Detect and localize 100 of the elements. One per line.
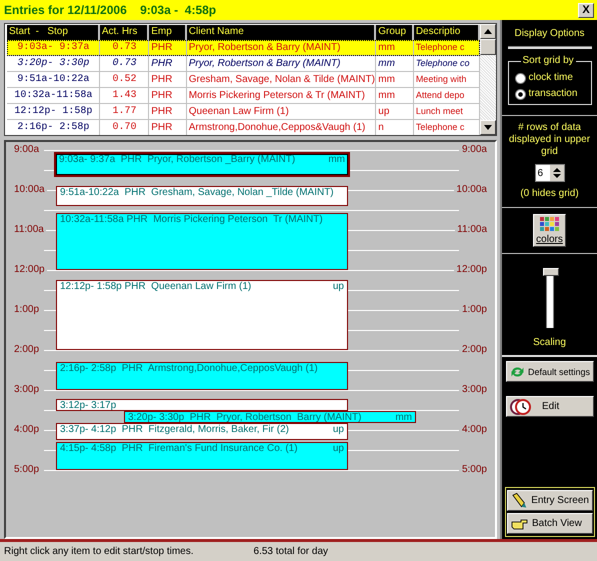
hour-label: 2:00p	[460, 343, 489, 357]
entry-group: up	[332, 424, 344, 435]
table-cell: n	[376, 120, 414, 135]
table-cell: PHR	[149, 40, 187, 55]
radio-button[interactable]	[514, 72, 526, 84]
table-cell: mm	[376, 56, 414, 71]
edit-button[interactable]: Edit	[506, 396, 594, 417]
slider-label: Scaling	[533, 337, 566, 349]
table-cell: 1.43	[100, 88, 150, 103]
hour-label: 4:00p	[12, 423, 42, 437]
scroll-down-button[interactable]	[480, 120, 496, 135]
column-header[interactable]: Emp	[149, 25, 187, 40]
time-entry-block[interactable]: 9:03a- 9:37a PHR Pryor, Robertson _Barry (MAINT) mm	[54, 152, 350, 177]
table-cell: 3:20p- 3:30p	[7, 56, 100, 71]
window-title: Entries for 12/11/2006 9:03a - 4:58p	[4, 3, 216, 17]
entry-text: 12:12p- 1:58p PHR Queenan Law Firm (1)	[60, 281, 252, 292]
time-entry-block[interactable]: 10:32a-11:58a PHR Morris Pickering Peterson Tr (MAINT)	[56, 213, 348, 270]
radio-button[interactable]	[514, 88, 526, 100]
hour-label: 4:00p	[460, 423, 489, 437]
hour-label: 5:00p	[460, 463, 489, 477]
table-cell: mm	[376, 88, 414, 103]
table-cell: 9:51a-10:22a	[7, 72, 100, 87]
slider-thumb[interactable]	[542, 268, 558, 276]
table-cell: Pryor, Robertson & Barry (MAINT)	[186, 56, 376, 71]
entry-group: up	[332, 443, 344, 454]
grid-row[interactable]: 3:20p- 3:30p 0.73 PHR Pryor, Robertson & Barry (MAINT) mm Telephone co	[7, 56, 480, 72]
scaling-slider[interactable]	[542, 268, 556, 328]
grid-row[interactable]: 12:12p- 1:58p 1.77 PHR Queenan Law Firm (1) up Lunch meet	[7, 104, 480, 120]
table-cell: Gresham, Savage, Nolan & Tilde (MAINT)	[186, 72, 376, 87]
rows-label: # rows of data displayed in upper grid	[508, 122, 592, 158]
time-entry-block[interactable]: 3:12p- 3:17p	[56, 399, 348, 411]
column-header[interactable]: Client Name	[186, 25, 376, 40]
column-header[interactable]: Descriptio	[414, 25, 480, 40]
rows-hint: (0 hides grid)	[520, 188, 579, 200]
table-cell: mm	[376, 40, 414, 55]
radio-label: clock time	[528, 72, 573, 84]
clock-icon	[510, 398, 532, 416]
time-entry-block[interactable]: 2:16p- 2:58p PHR Armstrong,Donohue,CepposVaugh (1)	[56, 362, 348, 390]
entry-screen-button[interactable]: Entry Screen	[507, 490, 593, 511]
colors-button[interactable]: colors	[533, 214, 566, 247]
time-entry-block[interactable]: 3:37p- 4:12p PHR Fitzgerald, Morris, Baker, Fir (2) up	[56, 423, 348, 440]
time-entry-block[interactable]: 9:51a-10:22a PHR Gresham, Savage, Nolan _Tilde (MAINT)	[56, 186, 348, 206]
grid-row[interactable]: 9:51a-10:22a 0.52 PHR Gresham, Savage, Nolan & Tilde (MAINT) mm Meeting with	[7, 72, 480, 88]
table-cell: 9:03a- 9:37a	[7, 40, 100, 55]
table-cell: 10:32a-11:58a	[7, 88, 100, 103]
palette-icon	[538, 216, 560, 234]
table-cell: Armstrong,Donohue,Ceppos&Vaugh (1)	[186, 120, 376, 135]
up-arrow-icon	[484, 29, 492, 34]
grid-row[interactable]: 10:32a-11:58a 1.43 PHR Morris Pickering Peterson & Tr (MAINT) mm Attend depo	[7, 88, 480, 104]
hour-label: 3:00p	[460, 383, 489, 397]
table-cell: up	[376, 104, 414, 119]
default-settings-button[interactable]: Default settings	[506, 361, 594, 382]
table-cell: 0.73	[100, 56, 150, 71]
table-cell: 2:16p- 2:58p	[7, 120, 100, 135]
entry-text: 3:12p- 3:17p	[60, 400, 116, 410]
scroll-up-button[interactable]	[480, 24, 496, 39]
time-entry-block[interactable]: 12:12p- 1:58p PHR Queenan Law Firm (1) up	[56, 280, 348, 350]
entry-group: mm	[328, 154, 345, 165]
table-cell: Queenan Law Firm (1)	[186, 104, 376, 119]
panel-title: Display Options	[514, 28, 585, 40]
radio-option[interactable]: clock time	[514, 72, 588, 84]
table-cell: PHR	[149, 72, 187, 87]
time-entry-block[interactable]: 4:15p- 4:58p PHR Fireman's Fund Insurance Co. (1) up	[56, 442, 348, 470]
table-cell: 1.77	[100, 104, 150, 119]
column-header[interactable]: Start - Stop	[7, 25, 100, 40]
table-cell: 0.52	[100, 72, 150, 87]
entry-text: 2:16p- 2:58p PHR Armstrong,Donohue,CepposVaugh (1)	[60, 363, 318, 374]
close-button[interactable]: X	[578, 2, 594, 18]
entry-text: 9:03a- 9:37a PHR Pryor, Robertson _Barry (MAINT)	[59, 154, 296, 165]
entry-group: up	[332, 281, 344, 292]
hour-label: 2:00p	[12, 343, 42, 357]
entry-group: mm	[395, 412, 412, 422]
entry-text: 10:32a-11:58a PHR Morris Pickering Peterson Tr (MAINT)	[60, 214, 323, 225]
entry-text: 9:51a-10:22a PHR Gresham, Savage, Nolan _Tilde (MAINT)	[60, 187, 334, 198]
grid-row[interactable]: 9:03a- 9:37a 0.73 PHR Pryor, Robertson & Barry (MAINT) mm Telephone c	[7, 40, 480, 56]
table-cell: 12:12p- 1:58p	[7, 104, 100, 119]
table-cell: mm	[376, 72, 414, 87]
hour-label: 12:00p	[12, 263, 47, 277]
time-entry-block[interactable]: 3:20p- 3:30p PHR Pryor, Robertson Barry (MAINT) mm	[124, 411, 416, 423]
status-message: Right click any item to edit start/stop times.	[4, 546, 194, 557]
column-header[interactable]: Group	[376, 25, 414, 40]
table-cell: PHR	[149, 120, 187, 135]
hour-label: 5:00p	[12, 463, 42, 477]
scroll-thumb[interactable]	[480, 39, 496, 55]
table-cell: PHR	[149, 56, 187, 71]
hour-label: 1:00p	[12, 303, 42, 317]
batch-view-button[interactable]: Batch View	[507, 513, 593, 534]
table-cell: 0.73	[100, 40, 150, 55]
table-cell: PHR	[149, 104, 187, 119]
table-cell: Pryor, Robertson & Barry (MAINT)	[186, 40, 376, 55]
radio-option[interactable]: transaction	[514, 88, 588, 100]
spinner-arrows-icon[interactable]	[550, 165, 564, 181]
entry-text: 3:20p- 3:30p PHR Pryor, Robertson Barry (MAINT)	[128, 412, 362, 422]
entry-text: 3:37p- 4:12p PHR Fitzgerald, Morris, Baker, Fir (2)	[60, 424, 289, 435]
column-header[interactable]: Act. Hrs	[100, 25, 150, 40]
rows-spinner[interactable]: 6	[534, 164, 564, 182]
entry-text: 4:15p- 4:58p PHR Fireman's Fund Insurance Co. (1)	[60, 443, 298, 454]
hour-label: 1:00p	[460, 303, 489, 317]
group-label: Sort grid by	[520, 55, 576, 67]
radio-label: transaction	[528, 88, 578, 100]
